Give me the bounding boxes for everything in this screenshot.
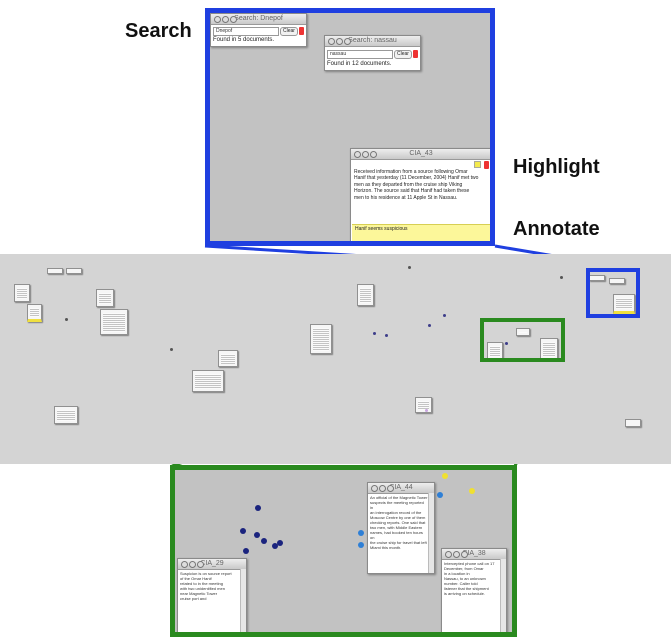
- document-body: Received information from a source follo…: [354, 169, 480, 201]
- window-controls[interactable]: [328, 38, 352, 48]
- pencil-icon[interactable]: [299, 27, 304, 35]
- doc-thumbnail[interactable]: [54, 406, 78, 424]
- pencil-icon[interactable]: [413, 50, 418, 58]
- scrollbar[interactable]: [240, 569, 246, 632]
- document-window-titlebar[interactable]: CIA_43: [351, 149, 490, 161]
- entity-node[interactable]: [240, 528, 246, 534]
- search-input[interactable]: nassau: [327, 50, 393, 59]
- window-controls[interactable]: [371, 485, 395, 495]
- entity-node[interactable]: [261, 538, 267, 544]
- document-line: suspects the meeting reported in: [370, 500, 424, 510]
- green-zoom-region[interactable]: [480, 318, 565, 362]
- search-window-titlebar[interactable]: Search: nassau: [325, 36, 420, 47]
- entity-node[interactable]: [373, 332, 376, 335]
- annotate-label: Annotate: [513, 218, 600, 240]
- document-line: names, had booked ten hours on: [370, 530, 423, 540]
- highlight-label: Highlight: [513, 156, 600, 178]
- document-window-titlebar[interactable]: CIA_38: [442, 549, 506, 560]
- doc-thumbnail[interactable]: [218, 350, 238, 367]
- document-window[interactable]: CIA_44 An official of the Magnetic Tower…: [367, 482, 435, 574]
- doc-thumbnail[interactable]: [415, 397, 432, 413]
- entity-node[interactable]: [385, 334, 388, 337]
- doc-thumbnail[interactable]: [192, 370, 224, 392]
- entity-node[interactable]: [170, 348, 173, 351]
- document-body: Intercepted phone call on 17 December, f…: [444, 561, 500, 632]
- doc-thumbnail[interactable]: [625, 419, 641, 427]
- entity-node[interactable]: [254, 532, 260, 538]
- window-controls[interactable]: [354, 151, 378, 161]
- annotation-note[interactable]: Hanif seems suspicious: [352, 224, 490, 241]
- search-window[interactable]: Search: nassau nassau Clear Found in 12 …: [324, 35, 421, 71]
- document-line: Hanif that yesterday (11 December, 2004)…: [354, 175, 479, 182]
- entity-node[interactable]: [408, 266, 411, 269]
- scrollbar[interactable]: [500, 559, 506, 632]
- window-controls[interactable]: [445, 551, 469, 561]
- entity-node[interactable]: [358, 542, 364, 548]
- scrollbar[interactable]: [428, 493, 434, 573]
- pencil-icon[interactable]: [484, 161, 489, 169]
- document-line: Miami this month.: [370, 545, 402, 550]
- clear-button[interactable]: Clear: [394, 50, 412, 59]
- document-window-titlebar[interactable]: CIA_44: [368, 483, 434, 494]
- entity-node[interactable]: [443, 314, 446, 317]
- entity-node[interactable]: [65, 318, 68, 321]
- doc-thumbnail[interactable]: [100, 309, 128, 335]
- document-window[interactable]: CIA_43 Received information from a sourc…: [350, 148, 490, 241]
- entity-node[interactable]: [243, 548, 249, 554]
- doc-thumbnail[interactable]: [310, 324, 332, 354]
- doc-thumbnail[interactable]: [27, 304, 42, 322]
- document-window-titlebar[interactable]: CIA_29: [178, 559, 246, 570]
- search-highlight-zoom-panel: Search: Dnepof Dnepof Clear Found in 5 d…: [205, 8, 495, 246]
- clear-button[interactable]: Clear: [280, 27, 298, 36]
- document-title: CIA_43: [409, 150, 433, 157]
- document-body: Suspicion is on source report of the Oma…: [180, 571, 240, 632]
- window-controls[interactable]: [181, 561, 205, 571]
- entity-node[interactable]: [469, 488, 475, 494]
- doc-thumbnail[interactable]: [357, 284, 374, 306]
- search-label: Search: [125, 20, 192, 42]
- search-window-titlebar[interactable]: Search: Dnepof: [211, 14, 306, 25]
- entity-node[interactable]: [277, 540, 283, 546]
- document-window[interactable]: CIA_29 Suspicion is on source report of …: [177, 558, 247, 632]
- window-controls[interactable]: [214, 16, 238, 26]
- workspace-overview: [0, 254, 671, 464]
- search-result-count: Found in 12 documents.: [327, 61, 392, 67]
- entity-node[interactable]: [358, 530, 364, 536]
- entity-node[interactable]: [255, 505, 261, 511]
- doc-thumbnail[interactable]: [66, 268, 82, 274]
- search-window-title: Search: Dnepof: [234, 15, 283, 22]
- entity-node[interactable]: [442, 473, 448, 479]
- entity-node[interactable]: [437, 492, 443, 498]
- document-body: An official of the Magnetic Tower suspec…: [370, 495, 428, 571]
- document-line: is arriving on schedule.: [444, 591, 485, 596]
- doc-thumbnail[interactable]: [47, 268, 63, 274]
- document-line: Horizon. The source said that Hanif had …: [354, 188, 470, 195]
- search-result-count: Found in 5 documents.: [213, 37, 275, 43]
- search-window[interactable]: Search: Dnepof Dnepof Clear Found in 5 d…: [210, 13, 307, 47]
- document-line: men to his residence at 11 Apple St in N…: [354, 194, 458, 201]
- entity-node[interactable]: [428, 324, 431, 327]
- entity-node[interactable]: [425, 409, 428, 412]
- blue-zoom-region[interactable]: [586, 268, 640, 318]
- search-window-title: Search: nassau: [348, 37, 397, 44]
- highlighter-icon[interactable]: [474, 161, 481, 168]
- doc-thumbnail[interactable]: [14, 284, 30, 302]
- graph-zoom-panel: CIA_44 An official of the Magnetic Tower…: [170, 465, 517, 637]
- document-line: cruise port and: [180, 596, 207, 601]
- doc-thumbnail[interactable]: [96, 289, 114, 307]
- document-window[interactable]: CIA_38 Intercepted phone call on 17 Dece…: [441, 548, 507, 632]
- search-input[interactable]: Dnepof: [213, 27, 279, 36]
- entity-node[interactable]: [560, 276, 563, 279]
